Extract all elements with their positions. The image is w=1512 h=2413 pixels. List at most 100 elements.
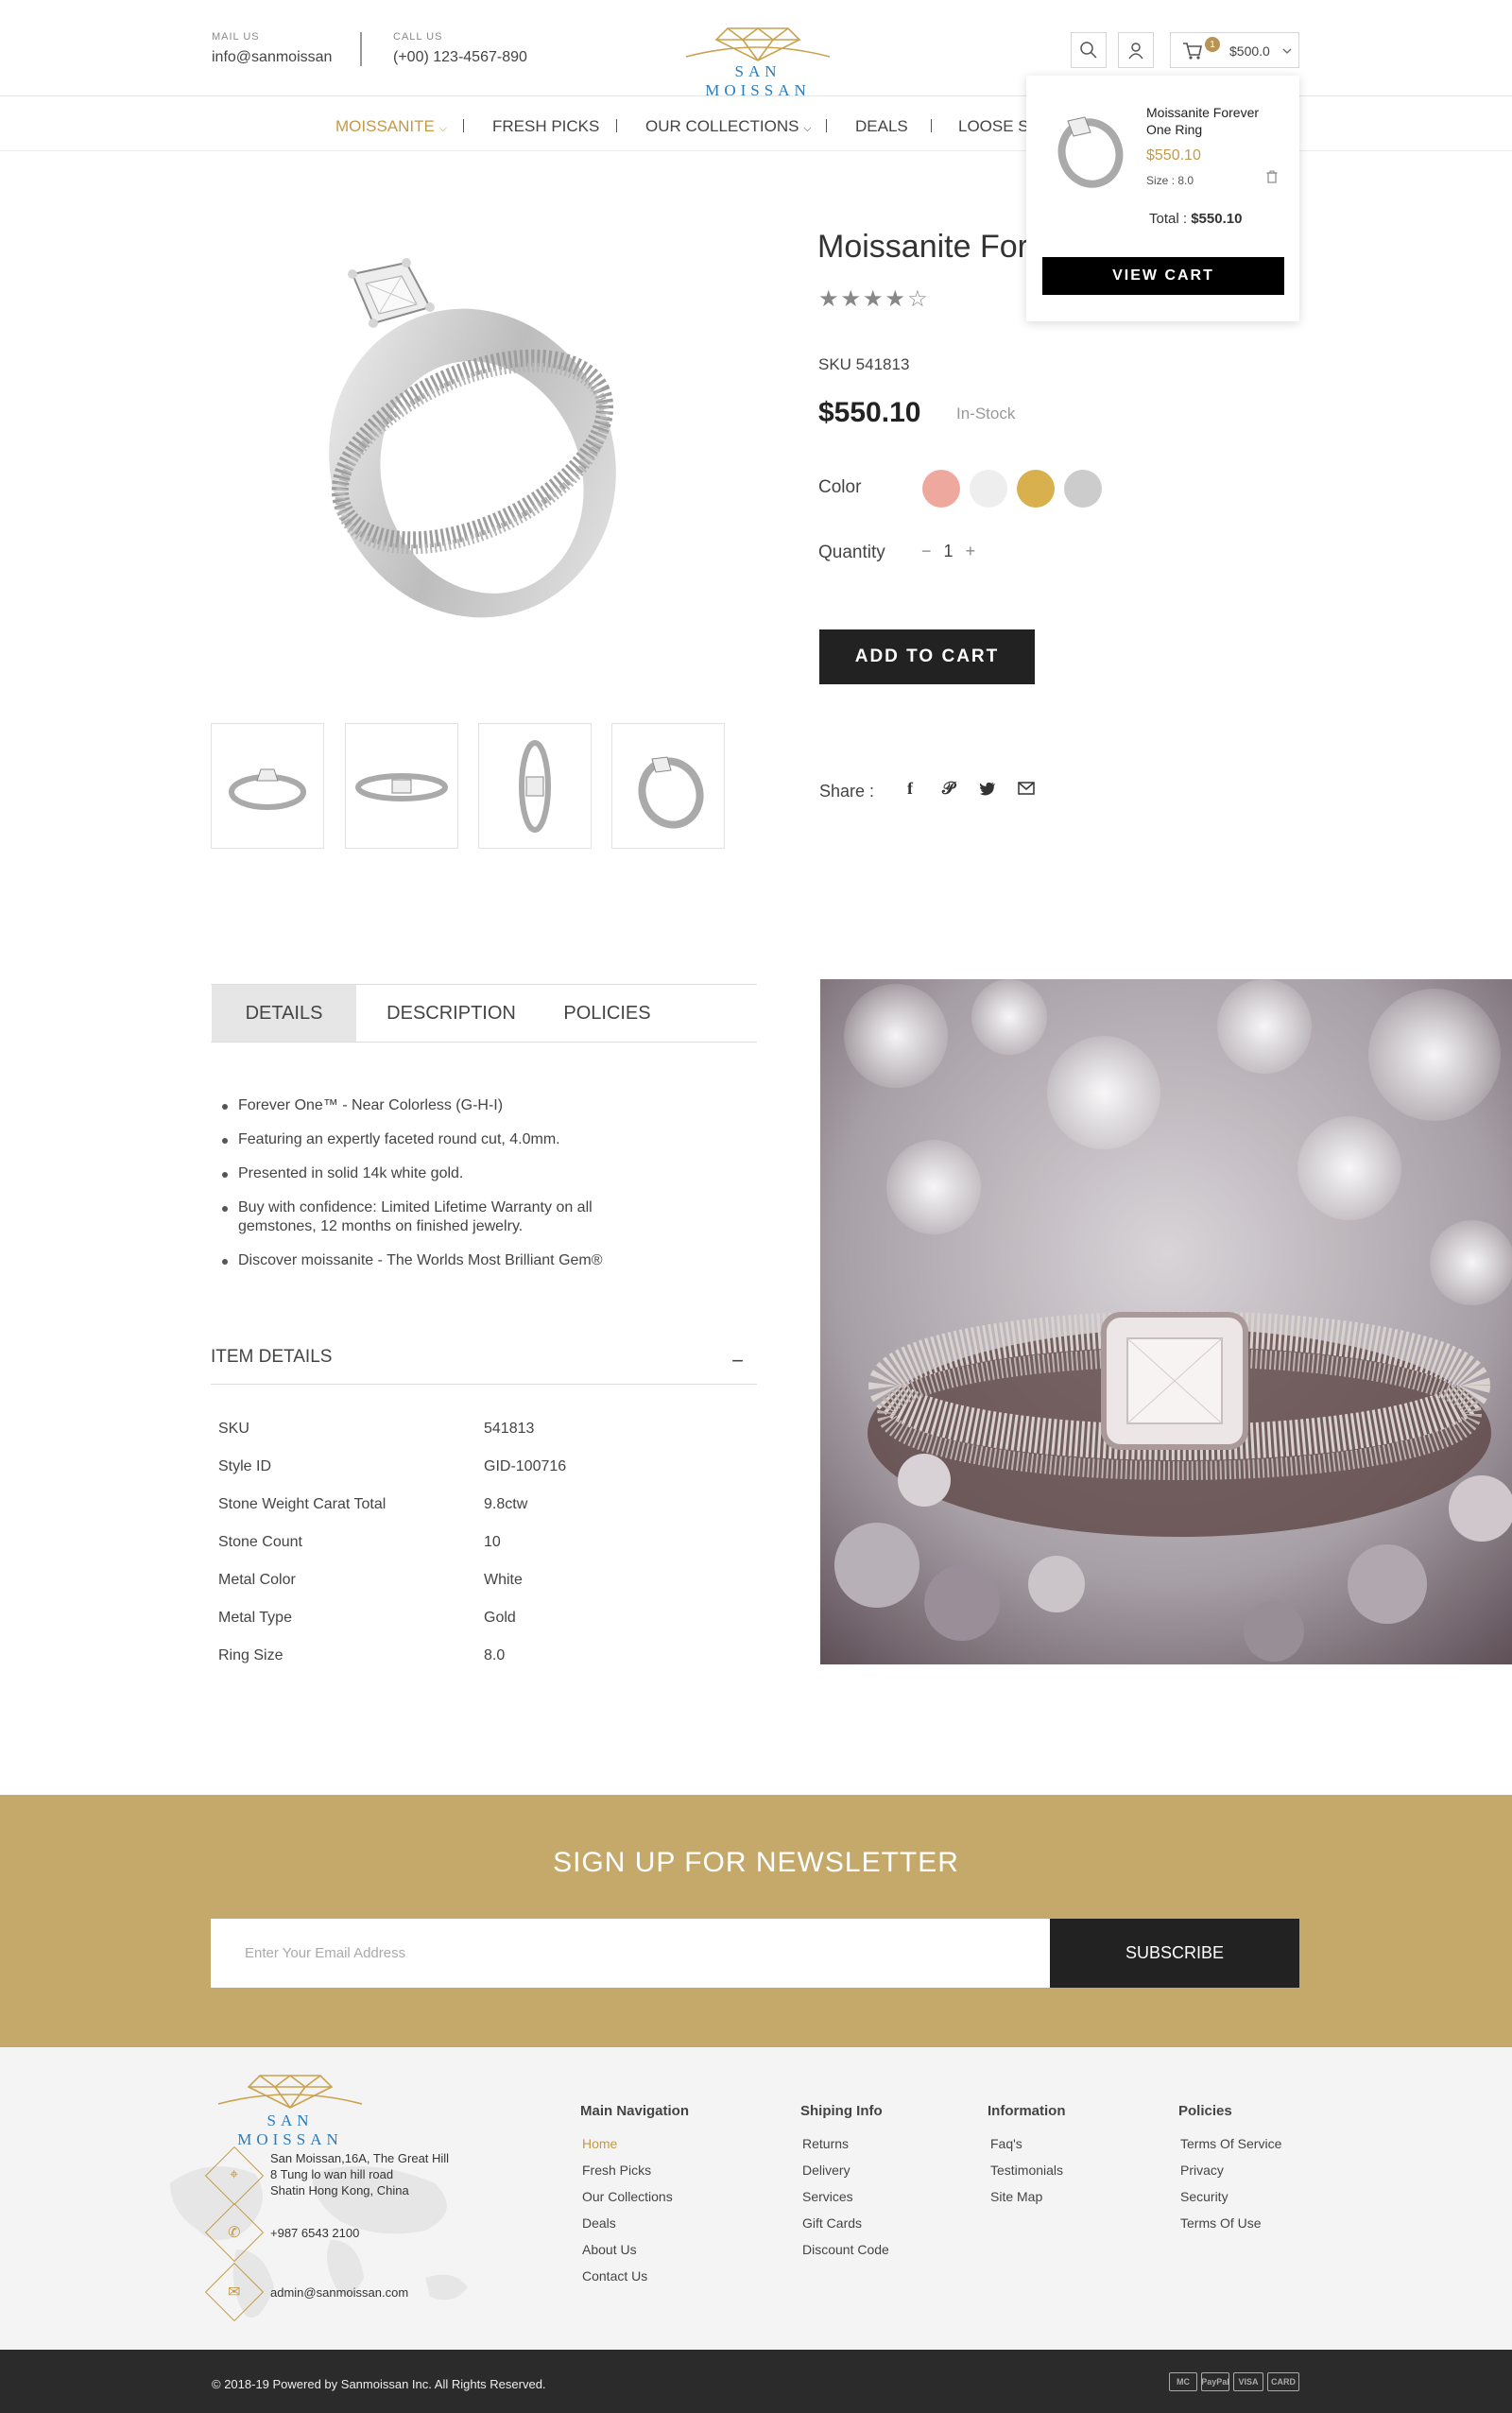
footer-link[interactable]: Delivery [802, 2163, 850, 2178]
star-icon: ★ [885, 286, 908, 312]
footer-column-title: Shiping Info [800, 2103, 883, 2119]
nav-separator [463, 119, 464, 132]
footer-link[interactable]: Deals [582, 2215, 616, 2231]
detail-label: Metal Color [218, 1572, 296, 1588]
footer-link[interactable]: Fresh Picks [582, 2163, 651, 2178]
product-main-image[interactable] [250, 208, 685, 652]
site-logo[interactable]: SAN MOISSAN [680, 19, 835, 99]
list-item: Forever One™ - Near Colorless (G-H-I) [222, 1096, 657, 1115]
item-details-header[interactable]: ITEM DETAILS − [211, 1347, 757, 1385]
footer-link[interactable]: Discount Code [802, 2242, 889, 2257]
footer-column-title: Policies [1178, 2103, 1232, 2119]
diamond-logo-icon [685, 27, 831, 61]
chevron-down-icon: ⌵ [438, 123, 447, 134]
nav-item-fresh-picks[interactable]: FRESH PICKS [492, 117, 599, 136]
product-thumbnail[interactable] [611, 723, 725, 849]
cart-button[interactable]: 1 $500.0 [1170, 32, 1299, 68]
header-divider [360, 32, 362, 66]
email-share-icon[interactable] [1018, 782, 1035, 800]
cart-icon [1183, 43, 1202, 60]
footer-link[interactable]: About Us [582, 2242, 637, 2257]
color-swatch-white[interactable] [970, 470, 1007, 508]
star-empty-icon: ☆ [907, 286, 930, 312]
tab-description[interactable]: DESCRIPTION [373, 985, 529, 1042]
mini-cart-item-title[interactable]: Moissanite Forever One Ring [1146, 104, 1279, 138]
minus-icon[interactable]: − [921, 542, 932, 560]
subscribe-button[interactable]: SUBSCRIBE [1050, 1919, 1299, 1988]
star-icon: ★ [863, 286, 885, 312]
detail-value: 8.0 [484, 1647, 506, 1663]
footer-link-home[interactable]: Home [582, 2136, 617, 2151]
footer-link[interactable]: Testimonials [990, 2163, 1063, 2178]
detail-label: Ring Size [218, 1647, 284, 1663]
search-button[interactable] [1071, 32, 1107, 68]
footer-link[interactable]: Terms Of Use [1180, 2215, 1262, 2231]
product-thumbnail[interactable] [478, 723, 592, 849]
footer-email[interactable]: admin@sanmoissan.com [270, 2284, 408, 2301]
footer-link[interactable]: Our Collections [582, 2189, 673, 2204]
logo-text: SAN MOISSAN [237, 2111, 343, 2148]
detail-label: Stone Weight Carat Total [218, 1496, 387, 1512]
collapse-icon[interactable]: − [731, 1349, 744, 1373]
ring-thumbnail-image [519, 739, 551, 833]
footer-link[interactable]: Privacy [1180, 2163, 1224, 2178]
twitter-icon[interactable] [979, 782, 996, 801]
copyright-text: © 2018-19 Powered by Sanmoissan Inc. All… [212, 2377, 546, 2391]
trash-icon[interactable] [1266, 170, 1278, 188]
ring-lifestyle-image [820, 979, 1512, 1664]
product-thumbnail[interactable] [345, 723, 458, 849]
address-line: San Moissan,16A, The Great Hill [270, 2151, 450, 2165]
mail-value[interactable]: info@sanmoissan [212, 49, 332, 66]
nav-item-moissanite[interactable]: MOISSANITE ⌵ [335, 117, 447, 136]
view-cart-button[interactable]: VIEW CART [1042, 257, 1284, 295]
footer-link[interactable]: Site Map [990, 2189, 1042, 2204]
total-value: $550.10 [1191, 211, 1243, 227]
footer-logo[interactable]: SAN MOISSAN [213, 2066, 368, 2148]
tab-details[interactable]: DETAILS [212, 985, 356, 1042]
call-value[interactable]: (+00) 123-4567-890 [393, 49, 527, 66]
ring-thumbnail-image [229, 768, 306, 810]
footer-link[interactable]: Contact Us [582, 2268, 647, 2284]
nav-separator [826, 119, 827, 132]
footer-link[interactable]: Security [1180, 2189, 1228, 2204]
nav-separator [931, 119, 932, 132]
color-swatch-gold[interactable] [1017, 470, 1055, 508]
footer-link[interactable]: Gift Cards [802, 2215, 862, 2231]
color-label: Color [818, 477, 862, 497]
newsletter-email-input[interactable] [211, 1919, 1050, 1988]
detail-value: White [484, 1572, 523, 1588]
account-button[interactable] [1118, 32, 1154, 68]
product-thumbnail[interactable] [211, 723, 324, 849]
plus-icon[interactable]: + [966, 542, 976, 560]
color-swatch-silver[interactable] [1064, 470, 1102, 508]
share-label: Share : [819, 782, 875, 801]
nav-label: MOISSANITE [335, 117, 435, 135]
facebook-icon[interactable]: f [907, 779, 913, 799]
footer-phone[interactable]: +987 6543 2100 [270, 2225, 359, 2241]
detail-label: Style ID [218, 1458, 272, 1474]
nav-item-deals[interactable]: DEALS [855, 117, 908, 136]
footer-link[interactable]: Services [802, 2189, 853, 2204]
visa-icon: VISA [1233, 2372, 1263, 2391]
star-icon: ★ [818, 286, 841, 312]
pinterest-icon[interactable]: 𝒫 [942, 779, 954, 799]
tab-policies[interactable]: POLICIES [548, 985, 666, 1042]
twitter-bird-icon [979, 782, 995, 796]
footer-link[interactable]: Returns [802, 2136, 849, 2151]
nav-item-our-collections[interactable]: OUR COLLECTIONS ⌵ [645, 117, 812, 136]
footer-address: San Moissan,16A, The Great Hill 8 Tung l… [270, 2150, 449, 2198]
rating-stars: ★★★★☆ [818, 285, 930, 313]
color-swatch-rose[interactable] [922, 470, 960, 508]
chevron-down-icon [1282, 48, 1292, 54]
footer-column-title: Main Navigation [580, 2103, 690, 2119]
quantity-value[interactable]: 1 [944, 542, 954, 560]
ring-image [329, 258, 616, 618]
delete-icon [1266, 170, 1278, 183]
footer-link[interactable]: Faq's [990, 2136, 1022, 2151]
mini-cart-item-image[interactable] [1047, 104, 1130, 189]
add-to-cart-button[interactable]: ADD TO CART [819, 629, 1035, 684]
footer-link[interactable]: Terms Of Service [1180, 2136, 1281, 2151]
detail-value: 541813 [484, 1421, 535, 1437]
quantity-stepper[interactable]: − 1 + [921, 542, 975, 561]
cart-amount: $500.0 [1229, 43, 1270, 59]
